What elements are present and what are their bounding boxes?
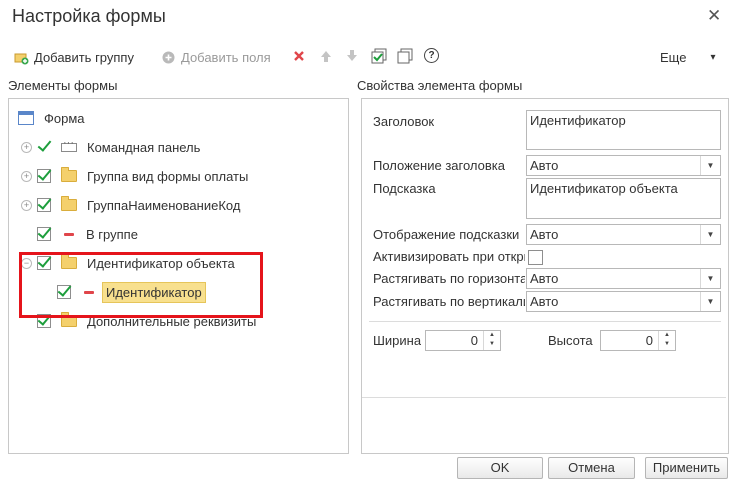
expand-icon[interactable]: + [21,171,32,182]
hint-field[interactable]: Идентификатор объекта [526,178,721,219]
stretch-horizontal-label: Растягивать по горизонта [373,271,525,286]
select-value: Авто [530,158,559,173]
select-value: Авто [530,227,559,242]
tree-item-label: В группе [86,226,138,242]
tree-item-label: ГруппаНаименованиеКод [87,197,241,213]
close-icon[interactable]: ✕ [707,6,721,26]
checkbox[interactable] [37,227,51,241]
hint-label: Подсказка [373,181,436,196]
stretch-vertical-select[interactable]: Авто ▼ [526,291,721,312]
add-group-button[interactable]: Добавить группу [14,48,134,66]
stretch-vertical-label: Растягивать по вертикали [373,294,525,309]
title-label: Заголовок [373,114,435,129]
height-label: Высота [548,333,593,348]
folder-icon [61,167,77,182]
divider [362,397,726,398]
help-icon[interactable]: ? [424,48,439,63]
expand-icon[interactable]: + [21,200,32,211]
check-all-icon[interactable] [371,48,387,67]
width-label: Ширина [373,333,422,348]
command-panel-icon [61,137,77,152]
dialog-title: Настройка формы [12,6,166,26]
tree-item-label: Форма [44,110,85,126]
activate-label: Активизировать при откры [373,249,525,264]
stretch-horizontal-select[interactable]: Авто ▼ [526,268,721,289]
expand-icon[interactable]: + [21,142,32,153]
spinner-icon[interactable]: ▲ ▼ [658,331,675,350]
add-group-label: Добавить группу [34,49,134,65]
add-fields-button[interactable]: Добавить поля [161,48,271,66]
width-input[interactable]: 0 ▲ ▼ [425,330,501,351]
width-value: 0 [470,333,478,348]
height-value: 0 [645,333,653,348]
tree-item[interactable]: Командная панель [37,136,200,158]
form-icon [18,111,34,125]
hint-display-label: Отображение подсказки [373,227,520,242]
title-field[interactable]: Идентификатор [526,110,721,150]
tree-item-form[interactable]: Форма [18,107,85,129]
add-group-icon [14,50,29,65]
title-position-select[interactable]: Авто ▼ [526,155,721,176]
delete-icon[interactable] [292,49,306,66]
folder-icon [61,196,77,211]
chevron-down-icon[interactable]: ▼ [700,269,720,288]
copy-icon[interactable] [397,48,413,67]
move-up-icon[interactable] [319,49,333,66]
checkbox[interactable] [37,198,51,212]
chevron-down-icon[interactable]: ▼ [700,156,720,175]
annotation-highlight-box [19,252,263,318]
tree-item[interactable]: ГруппаНаименованиеКод [37,194,240,216]
divider [369,321,721,322]
select-value: Авто [530,271,559,286]
tree-item-label: Группа вид формы оплаты [87,168,249,184]
add-fields-icon [161,50,175,64]
check-icon[interactable] [37,140,51,154]
select-value: Авто [530,294,559,309]
tree-item[interactable]: Группа вид формы оплаты [37,165,248,187]
cancel-button[interactable]: Отмена [548,457,635,479]
more-button[interactable]: Еще ▾ [660,48,715,66]
chevron-down-icon: ▾ [710,51,716,63]
ok-button[interactable]: OK [457,457,543,479]
height-input[interactable]: 0 ▲ ▼ [600,330,676,351]
spinner-icon[interactable]: ▲ ▼ [483,331,500,350]
activate-checkbox[interactable] [528,250,543,265]
add-fields-label: Добавить поля [181,49,271,65]
tree-item[interactable]: В группе [37,223,138,245]
chevron-down-icon[interactable]: ▼ [700,292,720,311]
apply-button[interactable]: Применить [645,457,728,479]
field-icon [64,232,74,236]
move-down-icon[interactable] [345,49,359,66]
hint-display-select[interactable]: Авто ▼ [526,224,721,245]
more-label: Еще [660,49,687,65]
form-elements-label: Элементы формы [8,78,118,93]
element-properties-label: Свойства элемента формы [357,78,523,93]
chevron-down-icon[interactable]: ▼ [700,225,720,244]
title-position-label: Положение заголовка [373,158,505,173]
checkbox[interactable] [37,169,51,183]
tree-item-label: Командная панель [87,139,201,155]
